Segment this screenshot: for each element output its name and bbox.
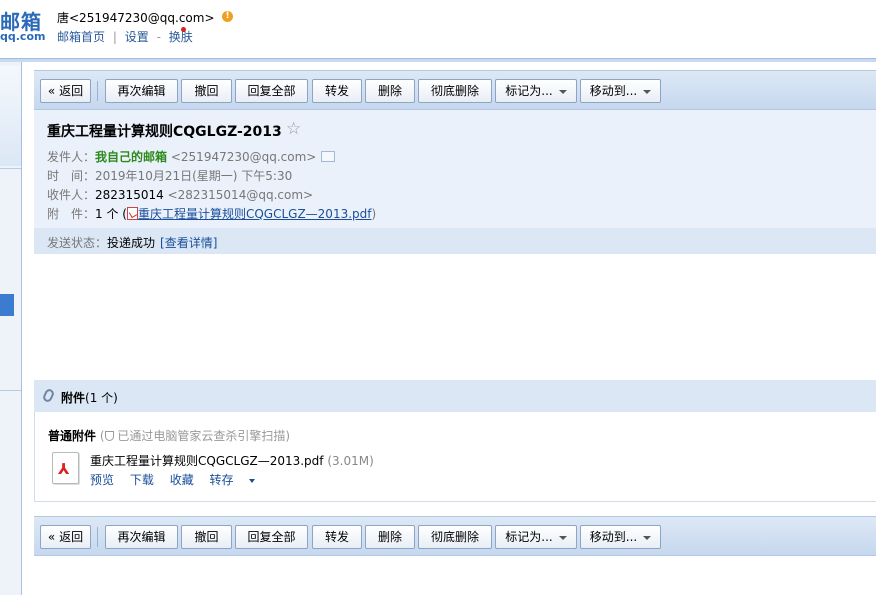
normal-attachments-row: 普通附件 ( 已通过电脑管家云查杀引擎扫描) xyxy=(48,427,290,444)
warning-icon[interactable]: ! xyxy=(222,11,233,22)
save-to-dropdown[interactable]: 转存 xyxy=(210,473,267,487)
delete-button[interactable]: 删除 xyxy=(365,79,415,103)
attachments-body: 普通附件 ( 已通过电脑管家云查杀引擎扫描) ⅄ 重庆工程量计算规则CQGCLG… xyxy=(34,412,876,502)
contact-card-icon[interactable] xyxy=(321,151,336,162)
link-separator: - xyxy=(156,30,161,44)
reply-all-button[interactable]: 回复全部 xyxy=(235,525,308,549)
normal-attachments-label: 普通附件 xyxy=(48,429,97,443)
forward-button[interactable]: 转发 xyxy=(312,525,362,549)
attachments-count: (1 个) xyxy=(85,391,118,405)
sender-label: 发件人： xyxy=(47,150,96,164)
sidebar-banner xyxy=(0,66,21,166)
reedit-button[interactable]: 再次编辑 xyxy=(105,525,178,549)
dropdown-arrow-icon xyxy=(248,478,255,483)
mail-header: 重庆工程量计算规则CQGLGZ-2013 ☆ 发件人：我自己的邮箱 <25194… xyxy=(34,110,876,228)
attachment-file: 重庆工程量计算规则CQGCLGZ—2013.pdf (3.01M) xyxy=(90,452,374,469)
sender-row: 发件人：我自己的邮箱 <251947230@qq.com> xyxy=(47,148,336,165)
toolbar-bottom: « 返回 再次编辑 撤回 回复全部 转发 删除 彻底删除 标记为... 移动到.… xyxy=(34,516,876,556)
send-status-value: 投递成功 xyxy=(107,236,156,250)
recipient-label: 收件人： xyxy=(47,188,96,202)
mailbox-home-link[interactable]: 邮箱首页 xyxy=(57,30,105,44)
mark-as-label: 标记为... xyxy=(505,84,553,98)
attachment-file-size: (3.01M) xyxy=(327,454,374,468)
scan-open: ( xyxy=(99,429,105,443)
mark-as-label: 标记为... xyxy=(505,530,553,544)
move-to-label: 移动到... xyxy=(589,84,638,98)
recipient-address: <282315014@qq.com> xyxy=(167,188,314,202)
back-button[interactable]: « 返回 xyxy=(40,79,91,103)
reply-all-button[interactable]: 回复全部 xyxy=(235,79,308,103)
dropdown-arrow-icon xyxy=(643,89,652,94)
attachment-label: 附 件： xyxy=(47,207,96,221)
delete-button[interactable]: 删除 xyxy=(365,525,415,549)
star-icon[interactable]: ☆ xyxy=(286,119,301,139)
recall-button[interactable]: 撤回 xyxy=(181,525,232,549)
top-bar: 邮箱 qq.com 唐<251947230@qq.com> ! 邮箱首页 | 设… xyxy=(0,0,876,62)
download-link[interactable]: 下载 xyxy=(130,473,154,487)
status-details-link[interactable]: [查看详情] xyxy=(160,236,217,250)
toolbar-separator xyxy=(97,527,98,547)
time-label: 时 间： xyxy=(47,169,96,183)
mail-read-pane: « 返回 再次编辑 撤回 回复全部 转发 删除 彻底删除 标记为... 移动到.… xyxy=(34,70,876,595)
left-sidebar xyxy=(0,62,22,595)
mark-as-dropdown[interactable]: 标记为... xyxy=(495,525,577,549)
time-value: 2019年10月21日(星期一) 下午5:30 xyxy=(95,169,293,183)
mark-as-dropdown[interactable]: 标记为... xyxy=(495,79,577,103)
dropdown-arrow-icon xyxy=(558,535,567,540)
attachments-title: 附件(1 个) xyxy=(61,389,118,406)
attachment-count: 1 个 ( xyxy=(95,207,127,221)
notification-dot xyxy=(181,27,186,32)
send-status: 发送状态：投递成功 [查看详情] xyxy=(47,234,217,251)
time-row: 时 间：2019年10月21日(星期一) 下午5:30 xyxy=(47,167,292,184)
sender-name[interactable]: 我自己的邮箱 xyxy=(95,150,167,164)
back-button[interactable]: « 返回 xyxy=(40,525,91,549)
save-to-label: 转存 xyxy=(209,473,234,487)
top-divider xyxy=(0,58,876,62)
pdf-icon[interactable]: ⅄ xyxy=(52,452,79,484)
forward-button[interactable]: 转发 xyxy=(312,79,362,103)
dropdown-arrow-icon xyxy=(643,535,652,540)
settings-link[interactable]: 设置 xyxy=(125,30,149,44)
pdf-icon xyxy=(126,207,138,220)
send-status-label: 发送状态： xyxy=(47,236,108,250)
attachment-link[interactable]: 重庆工程量计算规则CQGCLGZ—2013.pdf xyxy=(138,207,372,221)
recipient-row: 收件人：282315014 <282315014@qq.com> xyxy=(47,186,313,203)
favorite-link[interactable]: 收藏 xyxy=(170,473,194,487)
skin-link[interactable]: 换肤 xyxy=(169,30,193,44)
recipient-name[interactable]: 282315014 xyxy=(95,188,164,202)
sidebar-divider xyxy=(0,390,21,391)
link-separator: | xyxy=(112,30,117,44)
paperclip-icon xyxy=(41,387,56,404)
attachment-row: 附 件：1 个 ( 重庆工程量计算规则CQGCLGZ—2013.pdf) xyxy=(47,205,376,222)
user-account: 唐<251947230@qq.com> xyxy=(57,11,215,25)
toolbar-top: « 返回 再次编辑 撤回 回复全部 转发 删除 彻底删除 标记为... 移动到.… xyxy=(34,70,876,110)
move-to-dropdown[interactable]: 移动到... xyxy=(580,79,661,103)
purge-button[interactable]: 彻底删除 xyxy=(418,79,492,103)
attachment-actions: 预览 下载 收藏 转存 xyxy=(90,471,279,488)
move-to-dropdown[interactable]: 移动到... xyxy=(580,525,661,549)
sidebar-divider xyxy=(0,168,21,169)
reedit-button[interactable]: 再次编辑 xyxy=(105,79,178,103)
purge-button[interactable]: 彻底删除 xyxy=(418,525,492,549)
move-to-label: 移动到... xyxy=(589,530,638,544)
dropdown-arrow-icon xyxy=(558,89,567,94)
top-links: 邮箱首页 | 设置 - 换肤 xyxy=(57,28,193,45)
attachment-close: ) xyxy=(371,207,377,221)
attachment-file-name[interactable]: 重庆工程量计算规则CQGCLGZ—2013.pdf xyxy=(90,454,324,468)
scan-status: 已通过电脑管家云查杀引擎扫描) xyxy=(117,429,291,443)
sidebar-selected-item[interactable] xyxy=(0,294,14,316)
attachments-header: 附件(1 个) xyxy=(34,380,876,412)
sender-address: <251947230@qq.com> xyxy=(170,150,317,164)
send-status-bar: 发送状态：投递成功 [查看详情] xyxy=(34,228,876,254)
toolbar-separator xyxy=(97,81,98,101)
attachments-title-label: 附件 xyxy=(61,391,86,405)
shield-icon xyxy=(104,431,114,441)
mail-subject: 重庆工程量计算规则CQGLGZ-2013 xyxy=(47,124,282,140)
recall-button[interactable]: 撤回 xyxy=(181,79,232,103)
preview-link[interactable]: 预览 xyxy=(90,473,114,487)
logo-domain: qq.com xyxy=(0,30,46,43)
